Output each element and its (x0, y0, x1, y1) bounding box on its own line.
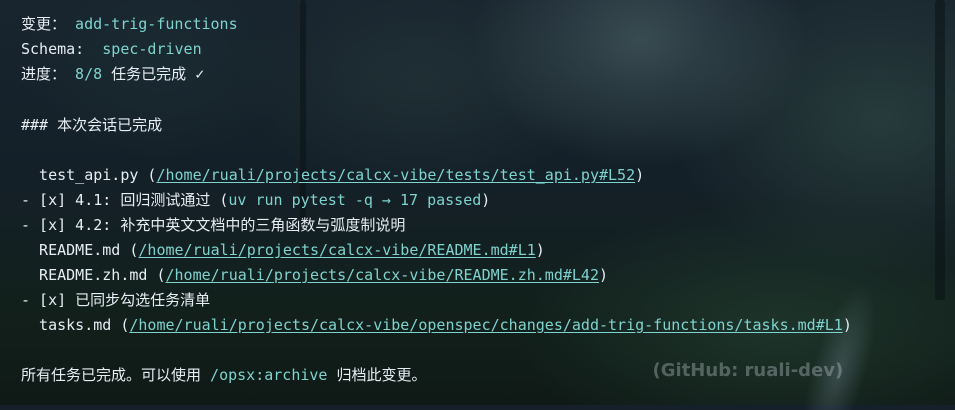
list-item: - [x] 4.1: 回归测试通过 (uv run pytest -q → 17… (21, 189, 490, 211)
file-link[interactable]: /home/ruali/projects/calcx-vibe/tests/te… (156, 166, 635, 184)
change-value: add-trig-functions (75, 15, 238, 33)
session-heading: ### 本次会话已完成 (21, 116, 163, 134)
file-link[interactable]: /home/ruali/projects/calcx-vibe/openspec… (129, 316, 842, 334)
final-message: 所有任务已完成。可以使用 /opsx:archive 归档此变更。 (21, 364, 427, 386)
list-item-text: - [x] 已同步勾选任务清单 (21, 291, 211, 309)
list-item: test_api.py (/home/ruali/projects/calcx-… (21, 164, 644, 186)
schema-line: Schema: spec-driven (21, 38, 202, 60)
list-item-suffix: ) (598, 266, 609, 284)
list-item: - [x] 已同步勾选任务清单 (21, 289, 210, 311)
tree-trunk (935, 0, 945, 300)
list-item-text: tasks.md ( (21, 316, 130, 334)
tree-trunk (300, 0, 306, 220)
progress-line: 进度： 8/8 任务已完成 ✓ (21, 63, 204, 85)
list-item: README.md (/home/ruali/projects/calcx-vi… (21, 239, 545, 261)
schema-label: Schema: (21, 40, 85, 58)
list-item-text: README.md ( (21, 241, 139, 259)
list-item: README.zh.md (/home/ruali/projects/calcx… (21, 264, 608, 286)
schema-value: spec-driven (102, 40, 202, 58)
list-item-text: README.zh.md ( (21, 266, 166, 284)
check-icon: ✓ (195, 65, 205, 83)
change-line: 变更： add-trig-functions (21, 13, 238, 35)
list-item-suffix: ) (842, 316, 852, 334)
inline-code: uv run pytest -q → 17 passed (228, 191, 482, 209)
final-text-end: 归档此变更。 (327, 366, 427, 384)
file-link[interactable]: /home/ruali/projects/calcx-vibe/README.m… (138, 241, 535, 259)
watermark: (GitHub: ruali-dev) (640, 360, 844, 381)
list-item-suffix: ) (635, 166, 645, 184)
change-label: 变更： (21, 15, 67, 33)
list-item: tasks.md (/home/ruali/projects/calcx-vib… (21, 314, 852, 336)
list-item-text: - [x] 4.1: 回归测试通过 ( (21, 191, 229, 209)
list-item-suffix: ) (535, 241, 545, 259)
file-link[interactable]: /home/ruali/projects/calcx-vibe/README.z… (166, 266, 599, 284)
progress-label: 进度： (21, 65, 67, 83)
list-item-text: test_api.py ( (21, 166, 157, 184)
list-item-suffix: ) (481, 191, 491, 209)
list-item: - [x] 4.2: 补充中英文文档中的三角函数与弧度制说明 (21, 214, 405, 236)
inline-code: /opsx:archive (210, 366, 328, 384)
progress-value: 8/8 (75, 65, 103, 83)
final-text: 所有任务已完成。可以使用 (21, 366, 211, 384)
progress-text: 任务已完成 (111, 65, 187, 83)
list-item-text: - [x] 4.2: 补充中英文文档中的三角函数与弧度制说明 (21, 216, 406, 234)
